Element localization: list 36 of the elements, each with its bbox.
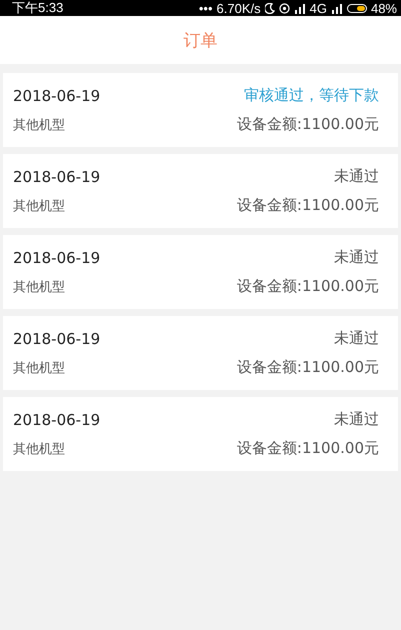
network-type: 4G bbox=[310, 0, 327, 16]
device-model: 其他机型 bbox=[13, 278, 65, 296]
battery-icon bbox=[346, 4, 367, 12]
hotspot-icon bbox=[278, 2, 290, 14]
device-amount: 设备金额:1100.00元 bbox=[236, 358, 379, 377]
page-title: 订单 bbox=[184, 30, 218, 52]
more-dots: ••• bbox=[198, 0, 213, 16]
device-model: 其他机型 bbox=[13, 440, 65, 458]
order-date: 2018-06-19 bbox=[13, 86, 100, 104]
order-card[interactable]: 2018-06-19 未通过 其他机型 设备金额:1100.00元 bbox=[3, 316, 398, 390]
order-date: 2018-06-19 bbox=[13, 168, 100, 186]
order-card[interactable]: 2018-06-19 未通过 其他机型 设备金额:1100.00元 bbox=[3, 235, 398, 309]
order-card[interactable]: 2018-06-19 未通过 其他机型 设备金额:1100.00元 bbox=[3, 154, 398, 228]
device-model: 其他机型 bbox=[13, 360, 65, 376]
signal-icon bbox=[330, 2, 343, 14]
order-status: 未通过 bbox=[334, 167, 379, 186]
device-amount: 设备金额:1100.00元 bbox=[236, 439, 379, 458]
order-status: 未通过 bbox=[334, 410, 379, 429]
clock: 下午5:33 bbox=[12, 0, 64, 17]
device-model: 其他机型 bbox=[13, 198, 65, 214]
device-amount: 设备金额:1100.00元 bbox=[236, 277, 379, 296]
order-date: 2018-06-19 bbox=[13, 248, 100, 266]
order-status: 审核通过，等待下款 bbox=[244, 86, 379, 105]
signal-icon bbox=[294, 2, 306, 14]
moon-icon bbox=[264, 2, 275, 14]
order-status: 未通过 bbox=[334, 248, 379, 267]
order-card[interactable]: 2018-06-19 审核通过，等待下款 其他机型 设备金额:1100.00元 bbox=[3, 73, 398, 147]
order-status: 未通过 bbox=[334, 329, 379, 348]
device-amount: 设备金额:1100.00元 bbox=[236, 115, 379, 134]
network-speed: 6.70K/s bbox=[216, 0, 261, 16]
battery-percent: 48% bbox=[370, 0, 397, 16]
order-date: 2018-06-19 bbox=[13, 330, 100, 348]
device-model: 其他机型 bbox=[13, 116, 65, 134]
order-date: 2018-06-19 bbox=[13, 410, 100, 428]
order-card[interactable]: 2018-06-19 未通过 其他机型 设备金额:1100.00元 bbox=[3, 397, 398, 471]
device-amount: 设备金额:1100.00元 bbox=[236, 196, 379, 215]
